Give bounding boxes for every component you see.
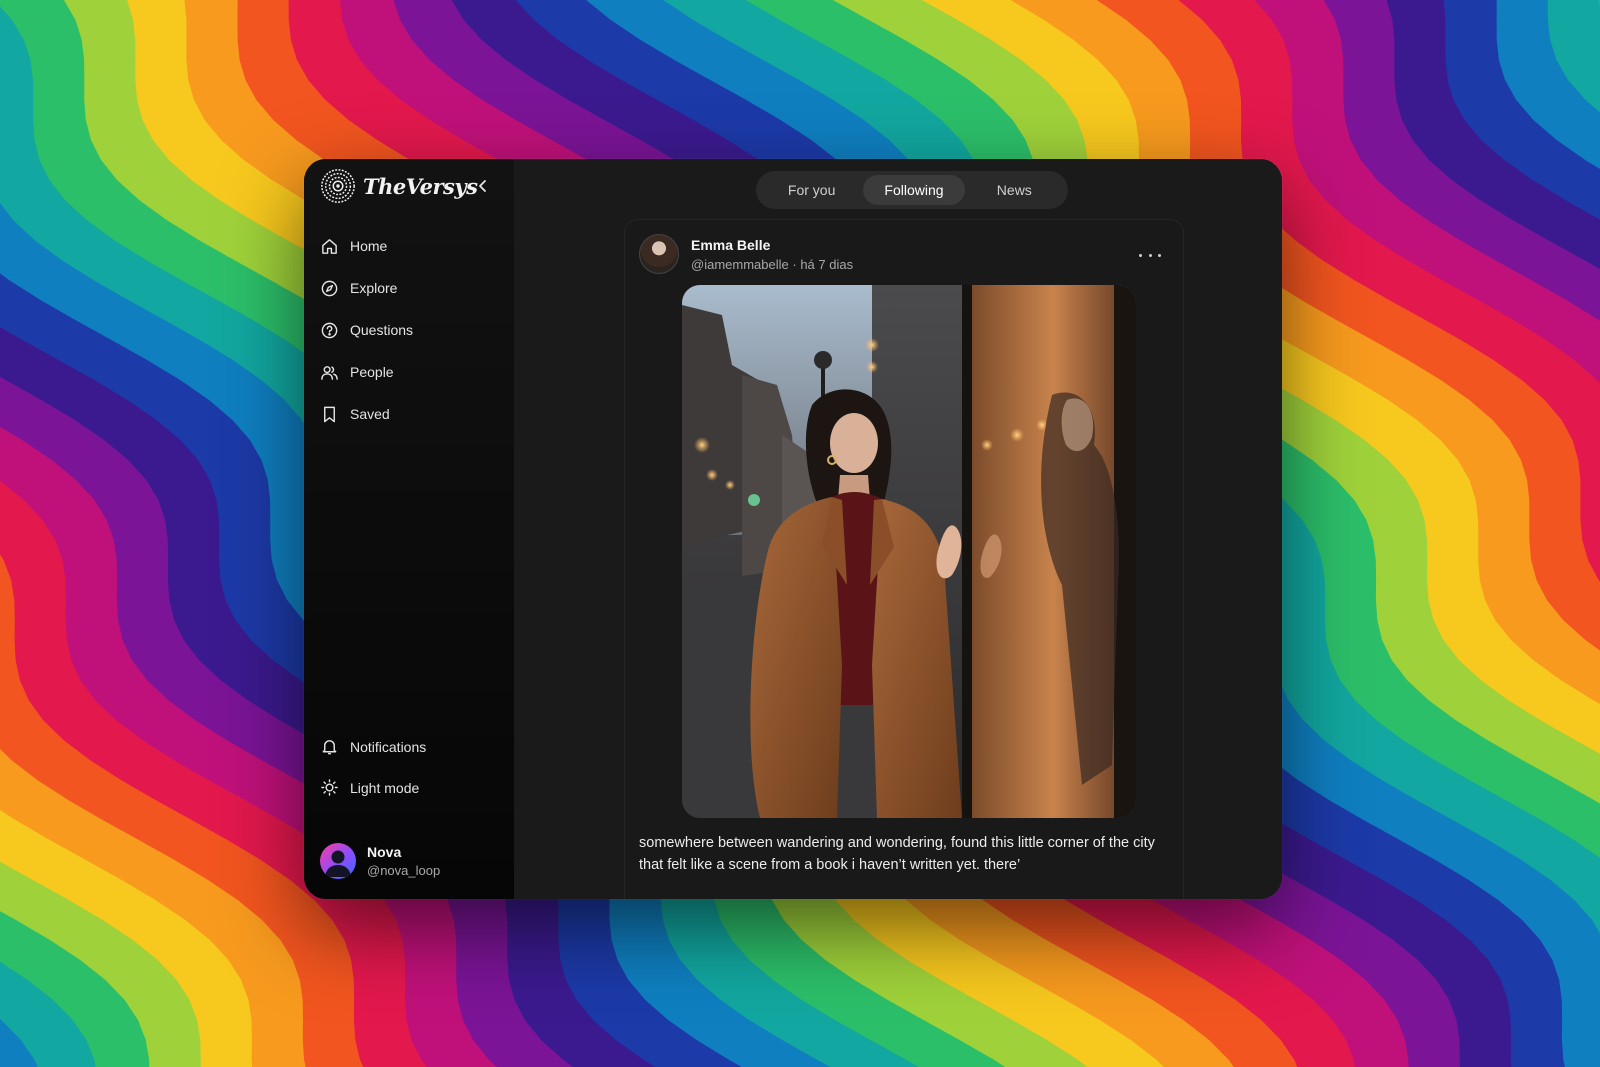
secondary-nav: Notifications Light mode (320, 726, 500, 808)
post-caption: somewhere between wandering and wonderin… (639, 835, 1155, 873)
nav-item-questions[interactable]: Questions (320, 309, 500, 351)
tab-following[interactable]: Following (863, 175, 965, 205)
nav-item-home[interactable]: Home (320, 225, 500, 267)
author-avatar[interactable] (639, 234, 679, 274)
main-nav: Home Explore Questions People Saved (320, 225, 500, 435)
more-dot-icon (1139, 253, 1142, 257)
home-icon (322, 238, 337, 254)
nav-label: Home (350, 238, 388, 254)
people-icon (321, 365, 338, 380)
nav-item-notifications[interactable]: Notifications (320, 726, 500, 767)
current-user[interactable]: Nova @nova_loop (320, 843, 440, 879)
question-icon (321, 322, 338, 338)
feed-tabs: For you Following News (756, 171, 1068, 209)
post-time: há 7 dias (800, 256, 854, 272)
nav-item-people[interactable]: People (320, 351, 500, 393)
nav-item-saved[interactable]: Saved (320, 393, 500, 435)
light-mode-toggle[interactable]: Light mode (320, 767, 500, 808)
sun-icon (321, 779, 338, 796)
more-dot-icon (1158, 253, 1161, 257)
avatar (320, 843, 356, 879)
post-card: Emma Belle @iamemmabelle · há 7 dias som… (624, 219, 1184, 899)
tab-for-you[interactable]: For you (760, 175, 863, 205)
nav-label: Notifications (350, 738, 427, 755)
brand-logo[interactable]: TheVersys (319, 167, 478, 205)
meta-separator: · (792, 256, 797, 272)
app-window: TheVersys Home Explore Questions People … (304, 159, 1282, 899)
author-meta: @iamemmabelle · há 7 dias (691, 257, 853, 272)
spiral-logo-icon (321, 169, 355, 203)
author-handle[interactable]: @iamemmabelle (691, 257, 789, 272)
tab-news[interactable]: News (965, 175, 1064, 205)
user-silhouette-icon (325, 850, 351, 877)
sidebar: TheVersys Home Explore Questions People … (304, 159, 514, 899)
author-name[interactable]: Emma Belle (691, 237, 853, 253)
collapse-sidebar-button[interactable] (472, 175, 494, 197)
street-photo-illustration (682, 285, 1136, 818)
feed-area: For you Following News Emma Belle @iamem… (514, 159, 1282, 899)
brand-name: TheVersys (363, 173, 478, 199)
nav-label: Light mode (350, 779, 420, 796)
user-handle: @nova_loop (367, 863, 441, 878)
compass-icon (321, 280, 338, 296)
nav-label: Explore (350, 280, 398, 296)
nav-label: Saved (350, 406, 390, 422)
chevron-left-icon (479, 180, 486, 192)
bell-icon (322, 740, 337, 755)
post-photo[interactable] (682, 285, 1136, 818)
nav-label: People (350, 364, 394, 380)
more-dot-icon (1148, 253, 1152, 257)
post-header: Emma Belle @iamemmabelle · há 7 dias (639, 234, 853, 274)
nav-item-explore[interactable]: Explore (320, 267, 500, 309)
post-more-button[interactable] (1139, 248, 1161, 262)
bookmark-icon (324, 406, 335, 422)
user-name: Nova (367, 844, 402, 860)
nav-label: Questions (350, 322, 414, 338)
